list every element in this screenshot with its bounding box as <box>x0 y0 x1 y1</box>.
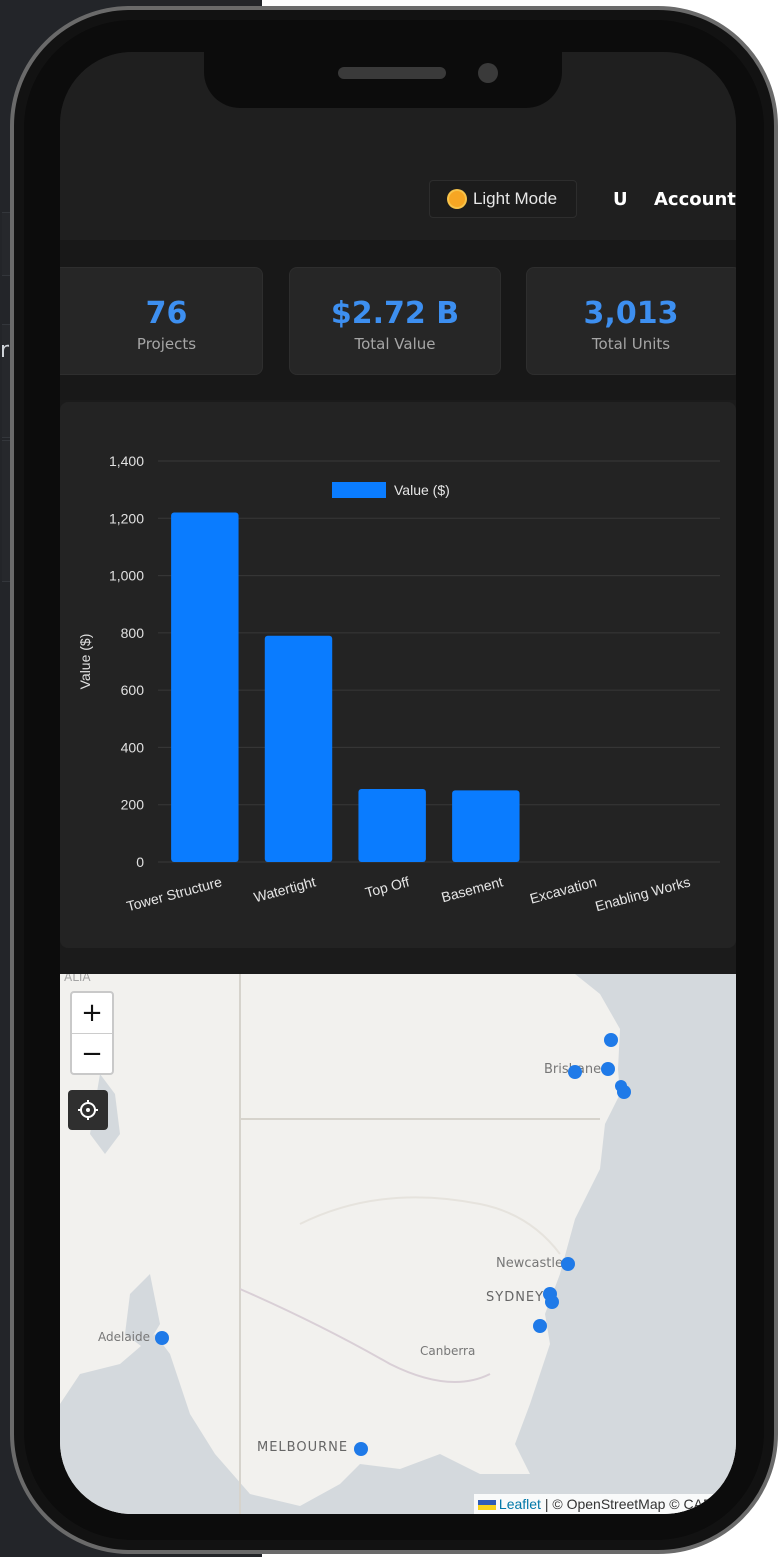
project-map[interactable]: + − ALIA Brisbane Newcastle SYDNEY Canbe… <box>60 974 736 1514</box>
project-marker[interactable] <box>354 1442 368 1456</box>
bar <box>264 635 333 862</box>
x-tick-label: Tower Structure <box>125 873 224 914</box>
bar <box>171 512 239 862</box>
project-marker[interactable] <box>568 1065 582 1079</box>
x-tick-label: Enabling Works <box>593 873 692 914</box>
stat-value: 3,013 <box>583 296 679 331</box>
y-tick-label: 600 <box>121 682 145 698</box>
y-tick-label: 1,200 <box>109 510 144 526</box>
light-mode-label: Light Mode <box>472 189 558 208</box>
y-tick-label: 1,000 <box>109 568 144 584</box>
stat-card-total-units: 3,013 Total Units <box>526 267 736 375</box>
phone-screen: Light Mode U Account 76 Projects $2.72 B… <box>60 52 736 1514</box>
project-marker[interactable] <box>601 1062 615 1076</box>
bar-chart: 0 200 400 600 800 1,000 1,200 1,400 Value ($) Val… <box>77 453 720 914</box>
user-avatar-initial[interactable]: U <box>613 189 628 210</box>
leaflet-link[interactable]: Leaflet <box>499 1496 541 1512</box>
marker-layer <box>155 1033 631 1456</box>
project-marker[interactable] <box>561 1257 575 1271</box>
speaker-grille <box>338 67 446 79</box>
y-tick-label: 800 <box>121 625 145 641</box>
stat-label: Projects <box>136 335 197 353</box>
stat-card-total-value: $2.72 B Total Value <box>289 267 501 375</box>
map-attribution: Leaflet | © OpenStreetMap © CARTO <box>473 1494 736 1514</box>
y-axis-title: Value ($) <box>77 634 93 690</box>
stat-label: Total Value <box>354 335 436 353</box>
front-camera <box>478 63 498 83</box>
sun-icon <box>448 191 465 207</box>
y-tick-label: 0 <box>136 854 144 870</box>
attribution-text: | © OpenStreetMap © CARTO <box>540 1496 732 1512</box>
project-marker[interactable] <box>155 1331 169 1345</box>
stat-label: Total Units <box>591 335 671 353</box>
stat-value: $2.72 B <box>330 296 460 331</box>
y-tick-label: 1,400 <box>109 453 144 469</box>
x-tick-label: Watertight <box>252 873 317 905</box>
account-link[interactable]: Account <box>654 189 736 210</box>
light-mode-toggle[interactable]: Light Mode <box>429 180 577 218</box>
project-marker[interactable] <box>617 1085 631 1099</box>
x-tick-label: Basement <box>440 873 505 905</box>
x-tick-label: Excavation <box>528 873 598 906</box>
y-tick-label: 400 <box>121 739 145 755</box>
bar <box>452 790 520 862</box>
legend-label: Value ($) <box>394 482 450 498</box>
x-tick-label: Top Off <box>363 873 411 900</box>
ukraine-flag-icon <box>477 1500 496 1511</box>
project-marker[interactable] <box>545 1295 559 1309</box>
stat-value: 76 <box>145 296 188 331</box>
legend-swatch <box>332 482 386 498</box>
y-tick-label: 200 <box>121 797 145 813</box>
bar-chart-card: 0 200 400 600 800 1,000 1,200 1,400 Value ($) Val… <box>60 402 736 948</box>
phone-notch <box>204 52 562 108</box>
project-marker[interactable] <box>533 1319 547 1333</box>
stat-card-projects: 76 Projects <box>60 267 263 375</box>
project-marker[interactable] <box>604 1033 618 1047</box>
bar <box>358 788 426 862</box>
background-text: r <box>0 338 10 363</box>
